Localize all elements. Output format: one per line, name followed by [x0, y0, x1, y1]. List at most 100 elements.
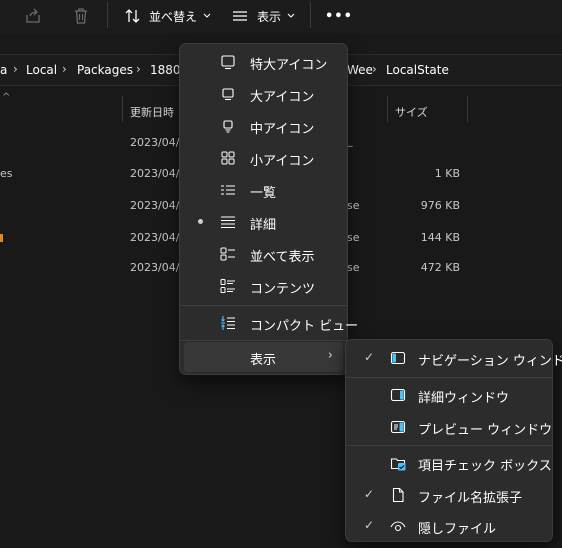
selected-bullet-icon [198, 219, 203, 224]
breadcrumb-chevron-icon: › [136, 62, 141, 76]
share-icon [24, 7, 42, 25]
preview-pane-icon [390, 419, 406, 435]
column-divider[interactable] [122, 96, 123, 122]
compact-view-icon [220, 315, 236, 331]
menu-item-list[interactable]: 一覧 [184, 175, 343, 205]
menu-item-show[interactable]: 表示 › [184, 342, 343, 372]
file-type-icon [0, 234, 3, 242]
hidden-files-icon [390, 518, 406, 534]
delete-button[interactable] [72, 4, 90, 28]
submenu-item-navigation-pane[interactable]: ✓ ナビゲーション ウィンドウ [350, 343, 562, 373]
breadcrumb-item[interactable]: Local [26, 63, 57, 77]
menu-item-tiles[interactable]: 並べて表示 [184, 239, 343, 269]
breadcrumb-item[interactable]: LocalState [386, 63, 449, 77]
breadcrumb-item[interactable]: Wee [347, 63, 373, 77]
toolbar-divider [107, 2, 108, 28]
large-icons-icon [220, 86, 236, 102]
submenu-item-item-checkboxes[interactable]: 項目チェック ボックス [350, 448, 552, 478]
menu-divider [180, 340, 347, 341]
file-date: 2023/04/0 [130, 231, 187, 244]
submenu-item-label: 項目チェック ボックス [418, 459, 552, 474]
file-size: 472 KB [420, 261, 460, 274]
menu-item-label: 大アイコン [250, 90, 315, 105]
submenu-item-label: 隠しファイル [418, 522, 497, 537]
chevron-down-icon [287, 13, 295, 19]
view-menu: 特大アイコン 大アイコン 中アイコン 小アイコン 一覧 詳細 並べて表示 コンテ… [179, 43, 358, 375]
file-size: 144 KB [420, 231, 460, 244]
submenu-item-hidden-files[interactable]: ✓ 隠しファイル [350, 511, 548, 541]
menu-item-small-icons[interactable]: 小アイコン [184, 143, 343, 173]
file-size: 976 KB [420, 199, 460, 212]
show-submenu: ✓ ナビゲーション ウィンドウ 詳細ウィンドウ プレビュー ウィンドウ 項目チェ… [345, 339, 562, 542]
column-header-size[interactable]: サイズ [395, 104, 428, 120]
menu-divider [180, 305, 347, 306]
sort-icon [124, 8, 142, 24]
checkmark-icon: ✓ [364, 487, 375, 501]
extra-large-icons-icon [220, 54, 236, 70]
file-name: es [0, 167, 13, 180]
details-pane-icon [390, 387, 406, 403]
column-divider[interactable] [387, 96, 388, 122]
trash-icon [72, 7, 90, 25]
sort-up-icon: ^ [2, 92, 11, 103]
breadcrumb-item[interactable]: a [0, 63, 7, 77]
menu-item-label: 表示 [250, 353, 277, 368]
chevron-right-icon: › [327, 348, 333, 363]
chevron-down-icon [203, 13, 211, 19]
navigation-pane-icon [390, 350, 406, 366]
menu-item-label: 小アイコン [250, 154, 315, 169]
small-icons-icon [220, 150, 236, 166]
view-button[interactable]: 表示 [232, 4, 295, 28]
menu-item-label: コンテンツ [250, 282, 316, 297]
submenu-item-details-pane[interactable]: 詳細ウィンドウ [350, 380, 548, 410]
column-header-modified[interactable]: 更新日時 [130, 104, 174, 120]
content-icon [220, 278, 236, 294]
submenu-item-file-extensions[interactable]: ✓ ファイル名拡張子 [350, 480, 548, 510]
file-type: se [347, 261, 360, 274]
menu-item-label: 詳細 [250, 218, 277, 233]
file-size: 1 KB [434, 167, 460, 180]
file-extension-icon [390, 487, 406, 503]
submenu-item-preview-pane[interactable]: プレビュー ウィンドウ [350, 412, 552, 442]
menu-item-large-icons[interactable]: 大アイコン [184, 79, 343, 109]
tiles-icon [220, 246, 236, 262]
submenu-item-label: ファイル名拡張子 [418, 491, 523, 506]
command-bar: 並べ替え 表示 ••• [0, 0, 562, 34]
list-icon [220, 182, 236, 198]
menu-item-extra-large-icons[interactable]: 特大アイコン [184, 47, 343, 77]
file-date: 2023/04/1 [130, 199, 187, 212]
medium-icons-icon [220, 118, 236, 134]
checkmark-icon: ✓ [364, 350, 375, 364]
file-date: 2023/04/1 [130, 167, 187, 180]
more-options-button[interactable]: ••• [325, 4, 353, 28]
breadcrumb-item[interactable]: Packages [77, 63, 133, 77]
submenu-item-label: ナビゲーション ウィンドウ [418, 354, 562, 369]
menu-item-details[interactable]: 詳細 [184, 207, 343, 237]
menu-divider [346, 377, 552, 378]
file-type: se [347, 199, 360, 212]
view-label: 表示 [257, 9, 282, 24]
sort-label: 並べ替え [149, 9, 198, 24]
menu-item-medium-icons[interactable]: 中アイコン [184, 111, 343, 141]
submenu-item-label: 詳細ウィンドウ [418, 391, 510, 406]
menu-divider [346, 445, 552, 446]
submenu-item-label: プレビュー ウィンドウ [418, 423, 553, 438]
menu-item-label: コンパクト ビュー [250, 319, 359, 334]
breadcrumb-chevron-icon: › [372, 62, 377, 76]
menu-item-compact-view[interactable]: コンパクト ビュー [184, 308, 358, 338]
share-button[interactable] [24, 4, 42, 28]
breadcrumb-chevron-icon: › [62, 62, 67, 76]
menu-item-content[interactable]: コンテンツ [184, 271, 343, 301]
file-date: 2023/04/0 [130, 136, 187, 149]
menu-item-label: 一覧 [250, 186, 277, 201]
file-date: 2023/04/1 [130, 261, 187, 274]
column-divider[interactable] [467, 96, 468, 122]
menu-item-label: 並べて表示 [250, 250, 315, 265]
toolbar-divider [310, 2, 311, 28]
breadcrumb-chevron-icon: › [13, 62, 18, 76]
file-type: se [347, 231, 360, 244]
view-icon [232, 10, 248, 22]
checkmark-icon: ✓ [364, 518, 375, 532]
item-checkbox-icon [390, 455, 406, 471]
sort-button[interactable]: 並べ替え [124, 4, 211, 28]
